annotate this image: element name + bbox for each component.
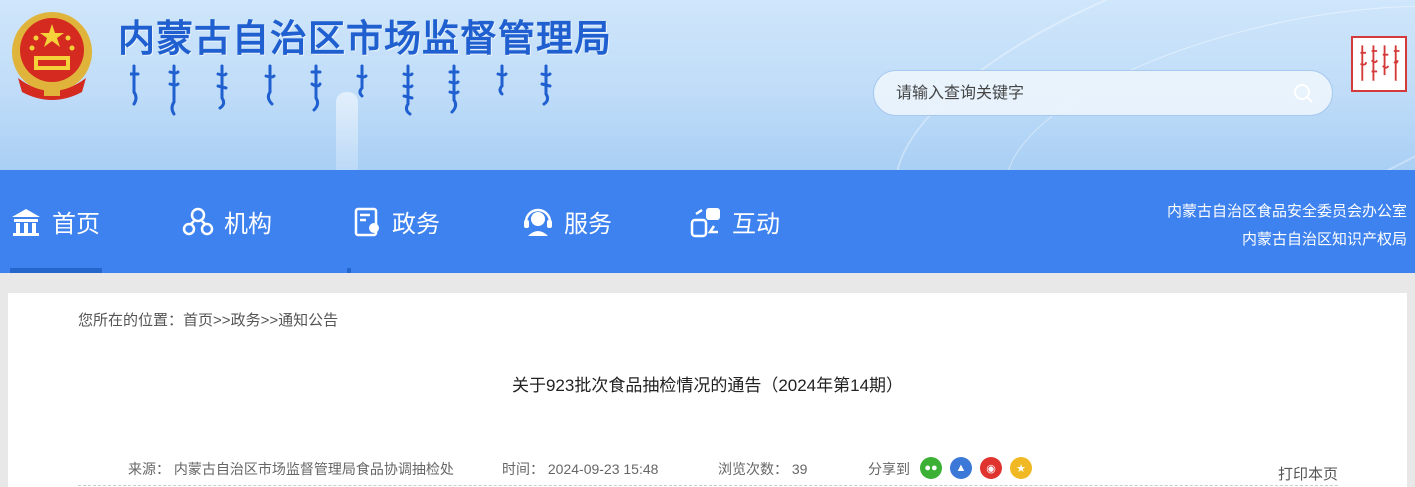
nav-item-label: 互动 — [732, 211, 780, 238]
breadcrumb-separator: >> — [260, 312, 279, 329]
org-people-icon — [182, 207, 214, 235]
related-link-ip-office[interactable]: 内蒙古自治区知识产权局 — [1167, 226, 1407, 254]
nav-item-interaction[interactable]: 互动 — [690, 170, 780, 273]
headset-icon — [524, 208, 552, 236]
weibo-icon[interactable]: ◉ — [980, 457, 1002, 479]
qq-icon[interactable]: ▲ — [950, 457, 972, 479]
nav-item-label: 服务 — [564, 211, 612, 238]
article-time: 时间： 2024-09-23 15:48 — [502, 459, 658, 479]
site-title: 内蒙古自治区市场监督管理局 — [118, 18, 612, 59]
document-stamp-icon — [354, 207, 379, 236]
header-banner: 内蒙古自治区市场监督管理局 — [0, 0, 1415, 170]
article-title: 关于923批次食品抽检情况的通告（2024年第14期） — [511, 376, 904, 395]
nav-item-organization[interactable]: 机构 — [182, 170, 272, 273]
nav-item-service[interactable]: 服务 — [522, 170, 612, 273]
breadcrumb-separator: >> — [213, 312, 231, 329]
nav-item-label: 首页 — [52, 211, 100, 238]
breadcrumb-prefix: 您所在的位置： — [78, 312, 184, 329]
article-views: 浏览次数： 39 — [718, 459, 807, 479]
breadcrumb-notices[interactable]: 通知公告 — [278, 312, 338, 329]
breadcrumb-government[interactable]: 政务 — [231, 312, 261, 329]
time-label: 时间： — [502, 461, 544, 477]
nav-item-home[interactable]: 首页 — [10, 170, 102, 273]
main-nav: 首页 机构 政务 服务 互动 内蒙古自治区食品安全委员会办公室 内蒙古自治区知识… — [0, 170, 1415, 273]
print-button[interactable]: 打印本页 — [1278, 463, 1338, 484]
time-value: 2024-09-23 15:48 — [547, 461, 659, 477]
nav-related-links: 内蒙古自治区食品安全委员会办公室 内蒙古自治区知识产权局 — [1167, 198, 1407, 254]
source-value: 内蒙古自治区市场监督管理局食品协调抽检处 — [173, 461, 454, 477]
wechat-icon[interactable]: ●● — [920, 457, 942, 479]
nav-item-label: 机构 — [224, 211, 272, 238]
views-label: 浏览次数： — [718, 461, 788, 477]
breadcrumb: 您所在的位置：首页>>政务>>通知公告 — [78, 309, 338, 330]
building-icon — [12, 208, 40, 236]
qzone-icon[interactable]: ★ — [1010, 457, 1032, 479]
search-input[interactable] — [894, 71, 1278, 117]
mongolian-script-decoration — [130, 64, 552, 116]
mongolian-seal-icon — [1351, 36, 1407, 92]
interaction-icon — [690, 207, 720, 237]
views-value: 39 — [791, 461, 808, 477]
national-emblem-icon — [12, 12, 92, 100]
article-panel: 您所在的位置：首页>>政务>>通知公告 关于923批次食品抽检情况的通告（202… — [8, 293, 1407, 487]
article-source: 来源： 内蒙古自治区市场监督管理局食品协调抽检处 — [128, 459, 454, 479]
breadcrumb-home[interactable]: 首页 — [183, 312, 213, 329]
share-buttons: ●● ▲ ◉ ★ — [920, 457, 1032, 479]
share-label: 分享到 — [868, 461, 910, 477]
search-box — [873, 70, 1333, 117]
article-meta: 来源： 内蒙古自治区市场监督管理局食品协调抽检处 时间： 2024-09-23 … — [78, 457, 1338, 486]
nav-item-government[interactable]: 政务 — [354, 170, 440, 273]
search-icon[interactable] — [1292, 82, 1314, 104]
related-link-food-safety[interactable]: 内蒙古自治区食品安全委员会办公室 — [1167, 198, 1407, 226]
nav-item-label: 政务 — [392, 211, 440, 238]
nav-divider — [347, 268, 351, 273]
source-label: 来源： — [128, 461, 170, 477]
